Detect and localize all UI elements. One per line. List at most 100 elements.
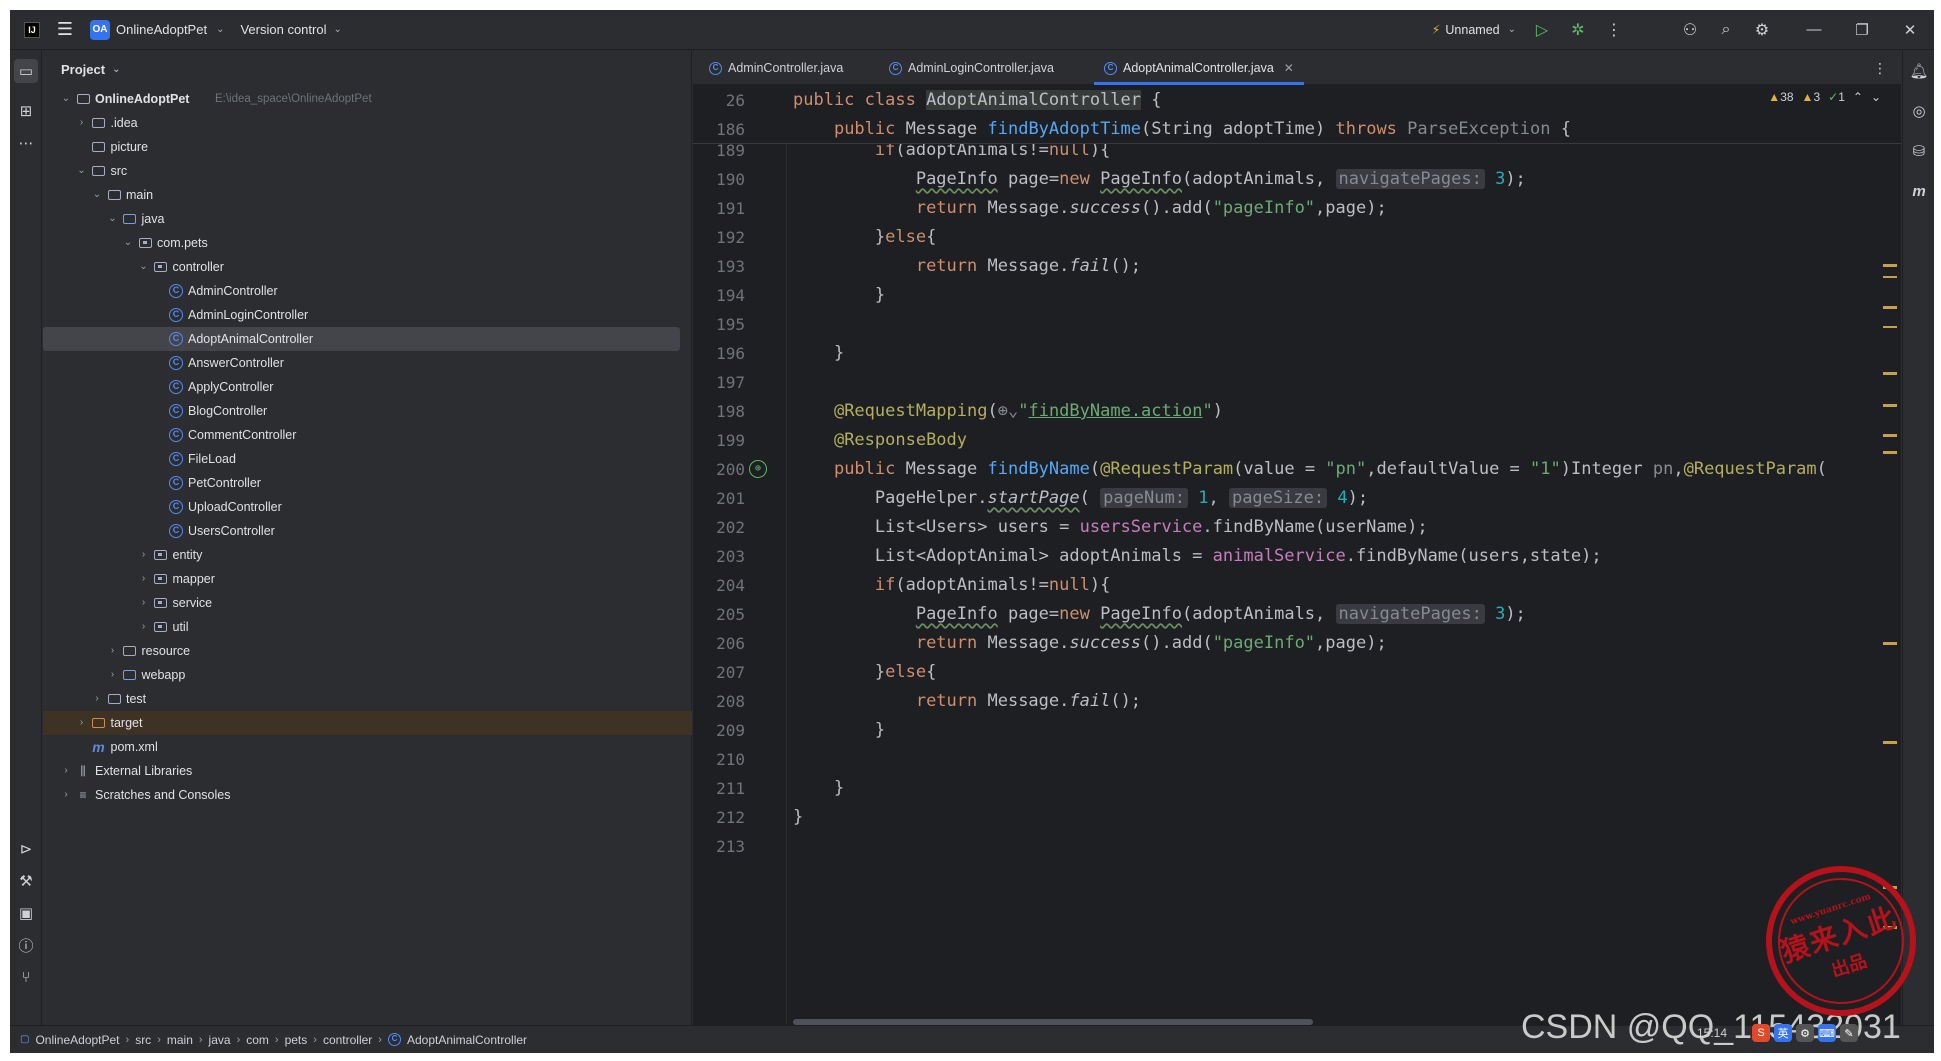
- chevron-right-icon[interactable]: ›: [106, 663, 120, 687]
- tree-item[interactable]: › test: [43, 687, 692, 711]
- tree-item[interactable]: › ≡ Scratches and Consoles: [43, 783, 692, 807]
- breadcrumb-item[interactable]: pets: [285, 1033, 308, 1047]
- sogou-icon[interactable]: S: [1752, 1024, 1770, 1042]
- tree-item[interactable]: picture: [43, 135, 692, 159]
- tree-item[interactable]: › util: [43, 615, 692, 639]
- problems-tool-icon[interactable]: ⓘ: [14, 933, 38, 957]
- web-endpoint-icon[interactable]: ⊕: [749, 460, 767, 478]
- structure-tool-icon[interactable]: ⊞: [14, 99, 38, 123]
- build-tool-icon[interactable]: ⚒: [14, 869, 38, 893]
- ime-icon[interactable]: 英: [1774, 1024, 1792, 1042]
- warning-stripe[interactable]: [1883, 741, 1897, 744]
- code-area[interactable]: 189 190 191 192 193 194 195 196 197 198 199 200 201 2…: [693, 86, 1901, 1025]
- inspection-widget[interactable]: ▲38 ▲3 ✓1 ⌃ ⌄: [1768, 90, 1881, 104]
- chevron-right-icon[interactable]: ›: [59, 759, 73, 783]
- warning-stripe[interactable]: [1883, 264, 1897, 267]
- chevron-right-icon[interactable]: ›: [137, 591, 151, 615]
- chevron-right-icon[interactable]: ›: [137, 567, 151, 591]
- chevron-down-icon[interactable]: ⌄: [75, 159, 89, 183]
- minimize-icon[interactable]: —: [1790, 10, 1838, 50]
- database-icon[interactable]: ⛁: [1907, 139, 1931, 163]
- chevron-right-icon[interactable]: ›: [59, 783, 73, 807]
- tree-item[interactable]: m pom.xml: [43, 735, 692, 759]
- ai-assistant-icon[interactable]: ◎: [1907, 99, 1931, 123]
- tree-item-class[interactable]: C FileLoad: [43, 447, 692, 471]
- close-tab-icon[interactable]: ✕: [1284, 61, 1294, 75]
- project-widget[interactable]: OA OnlineAdoptPet ⌄: [82, 10, 232, 50]
- warning-stripe[interactable]: [1883, 326, 1897, 328]
- tree-item[interactable]: › entity: [43, 543, 692, 567]
- close-icon[interactable]: ✕: [1886, 10, 1934, 50]
- chevron-down-icon[interactable]: ⌄: [90, 183, 104, 207]
- breadcrumb-item[interactable]: java: [209, 1033, 231, 1047]
- breadcrumb-item[interactable]: main: [167, 1033, 193, 1047]
- tab-options-icon[interactable]: ⋮: [1873, 51, 1887, 85]
- project-tool-icon[interactable]: ▭: [14, 59, 38, 83]
- more-tools-icon[interactable]: ⋯: [14, 131, 38, 155]
- tree-item[interactable]: ⌄ OnlineAdoptPet E:\idea_space\OnlineAdopt…: [43, 87, 692, 111]
- warning-stripe[interactable]: [1883, 642, 1897, 645]
- tree-item-class[interactable]: C CommentController: [43, 423, 692, 447]
- settings-icon[interactable]: ⚙: [1744, 10, 1780, 50]
- tree-item[interactable]: ⌄ src: [43, 159, 692, 183]
- breadcrumb-item[interactable]: com: [246, 1033, 269, 1047]
- keyboard-icon[interactable]: ⌨: [1818, 1024, 1836, 1042]
- chevron-down-icon[interactable]: ⌄: [1871, 90, 1881, 104]
- breadcrumb-item[interactable]: controller: [323, 1033, 372, 1047]
- tray-app-icon[interactable]: ⚙: [1796, 1024, 1814, 1042]
- tree-item-class[interactable]: C UploadController: [43, 495, 692, 519]
- tree-item[interactable]: › .idea: [43, 111, 692, 135]
- breadcrumb-item[interactable]: AdoptAnimalController: [407, 1033, 527, 1047]
- tree-item[interactable]: ⌄ main: [43, 183, 692, 207]
- warning-stripe[interactable]: [1883, 404, 1897, 407]
- tree-item-class[interactable]: C PetController: [43, 471, 692, 495]
- tree-item[interactable]: ⌄ com.pets: [43, 231, 692, 255]
- warning-stripe[interactable]: [1883, 372, 1897, 375]
- debug-icon[interactable]: ✲: [1560, 10, 1596, 50]
- chevron-right-icon[interactable]: ›: [137, 543, 151, 567]
- restore-icon[interactable]: ❐: [1838, 10, 1886, 50]
- tree-item[interactable]: ⌄ controller: [43, 255, 692, 279]
- tree-item[interactable]: ⌄ java: [43, 207, 692, 231]
- warning-stripe[interactable]: [1883, 306, 1897, 309]
- chevron-down-icon[interactable]: ⌄: [137, 255, 151, 279]
- chevron-right-icon[interactable]: ›: [75, 111, 89, 135]
- tree-item[interactable]: › mapper: [43, 567, 692, 591]
- warning-stripe[interactable]: [1883, 434, 1897, 437]
- tree-item-class[interactable]: C AnswerController: [43, 351, 692, 375]
- chevron-right-icon[interactable]: ›: [106, 639, 120, 663]
- project-panel-header[interactable]: Project ⌄: [43, 51, 691, 87]
- chevron-right-icon[interactable]: ›: [75, 711, 89, 735]
- notifications-icon[interactable]: 🔔︎: [1907, 59, 1931, 83]
- tray-app-icon[interactable]: ✎: [1840, 1024, 1858, 1042]
- services-tool-icon[interactable]: ⊳: [14, 837, 38, 861]
- git-tool-icon[interactable]: ⑂: [14, 965, 38, 989]
- chevron-down-icon[interactable]: ⌄: [121, 231, 135, 255]
- tree-item[interactable]: › webapp: [43, 663, 692, 687]
- tree-item[interactable]: › ⫼ External Libraries: [43, 759, 692, 783]
- tree-item-class[interactable]: C ApplyController: [43, 375, 692, 399]
- tree-item[interactable]: › target: [43, 711, 692, 735]
- chevron-up-icon[interactable]: ⌃: [1853, 90, 1863, 104]
- tab-adopt-animal-controller[interactable]: C AdoptAnimalController.java ✕: [1094, 51, 1304, 85]
- vcs-widget[interactable]: Version control ⌄: [232, 10, 349, 50]
- main-menu-icon[interactable]: ☰: [48, 10, 82, 50]
- tree-item-class[interactable]: C UsersController: [43, 519, 692, 543]
- chevron-down-icon[interactable]: ⌄: [106, 207, 120, 231]
- chevron-right-icon[interactable]: ›: [137, 615, 151, 639]
- maven-tool-icon[interactable]: m: [1907, 179, 1931, 203]
- tree-item-class[interactable]: C BlogController: [43, 399, 692, 423]
- tree-item[interactable]: › resource: [43, 639, 692, 663]
- tab-admin-controller[interactable]: C AdminController.java: [699, 51, 853, 85]
- breadcrumb-item[interactable]: OnlineAdoptPet: [35, 1033, 119, 1047]
- warning-stripe[interactable]: [1883, 276, 1897, 278]
- tree-item-class[interactable]: C AdminController: [43, 279, 692, 303]
- tree-item-class[interactable]: C AdoptAnimalController: [43, 327, 680, 351]
- more-actions-icon[interactable]: ⋮: [1596, 10, 1632, 50]
- breadcrumb-item[interactable]: src: [135, 1033, 151, 1047]
- run-icon[interactable]: ▷: [1524, 10, 1560, 50]
- terminal-tool-icon[interactable]: ▣: [14, 901, 38, 925]
- tree-item[interactable]: › service: [43, 591, 692, 615]
- chevron-right-icon[interactable]: ›: [90, 687, 104, 711]
- tree-item-class[interactable]: C AdminLoginController: [43, 303, 692, 327]
